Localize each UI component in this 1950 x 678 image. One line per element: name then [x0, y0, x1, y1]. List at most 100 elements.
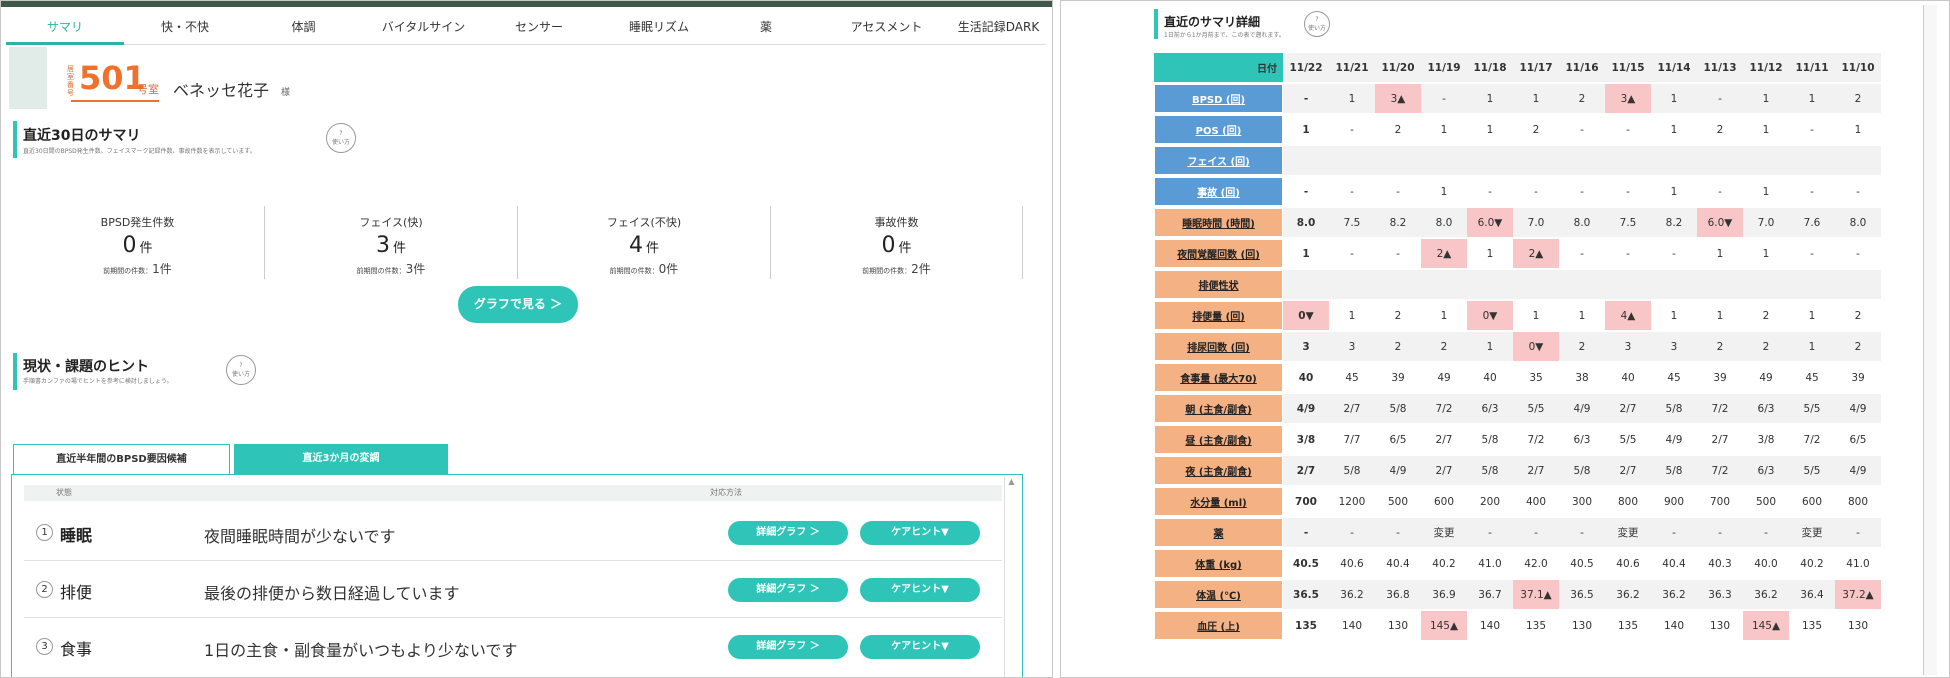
table-cell: 36.5 — [1283, 580, 1329, 609]
table-cell: 36.2 — [1329, 580, 1375, 609]
graph-button[interactable]: グラフで見る ＞ — [458, 286, 578, 323]
row-label[interactable]: フェイス (回) — [1154, 146, 1283, 175]
tab-summary[interactable]: サマリ — [6, 13, 124, 45]
help-icon[interactable]: ? 使い方 — [1304, 11, 1330, 37]
table-cell — [1605, 146, 1651, 175]
row-label[interactable]: POS (回) — [1154, 115, 1283, 144]
table-cell: 600 — [1433, 495, 1455, 508]
table-cell: 36.9 — [1421, 580, 1467, 609]
row-label[interactable]: 睡眠時間 (時間) — [1154, 208, 1283, 237]
row-label[interactable]: 薬 — [1154, 518, 1283, 547]
date-cell: 11/15 — [1605, 53, 1651, 82]
table-row: 水分量 (ml) 700 1200 500 600 200 400 300 800 900 700 5… — [1154, 487, 1881, 516]
table-cell: 6/3 — [1467, 394, 1513, 423]
table-cell — [1559, 146, 1605, 175]
row-label[interactable]: 夜 (主食/副食) — [1154, 456, 1283, 485]
scroll-up-icon[interactable]: ▲ — [1005, 477, 1018, 486]
detail-graph-button[interactable]: 詳細グラフ ＞ — [728, 521, 848, 545]
table-cell — [1835, 146, 1881, 175]
list-item: 1 睡眠 夜間睡眠時間が少ないです 詳細グラフ ＞ ケアヒント▼ — [24, 505, 1002, 561]
table-cell: 36.2 — [1651, 580, 1697, 609]
row-label[interactable]: 食事量 (最大70) — [1154, 363, 1283, 392]
table-cell: 2▲ — [1421, 239, 1467, 268]
help-icon[interactable]: ? 使い方 — [226, 355, 256, 385]
row-label[interactable]: 昼 (主食/副食) — [1154, 425, 1283, 454]
date-header-row: 日付 11/22 11/21 11/20 11/19 11/18 11/17 11/16 11/… — [1154, 53, 1881, 82]
tab-medicine[interactable]: 薬 — [716, 13, 816, 45]
table-cell: 1 — [1670, 123, 1678, 136]
table-cell: 40 — [1621, 371, 1635, 384]
table-row: 朝 (主食/副食) 4/9 2/7 5/8 7/2 6/3 5/5 4/9 2/7 5/8 7/2 6… — [1154, 394, 1881, 423]
tab-condition[interactable]: 体調 — [246, 13, 361, 45]
detail-graph-button[interactable]: 詳細グラフ ＞ — [728, 635, 848, 659]
row-label[interactable]: 水分量 (ml) — [1154, 487, 1283, 516]
change-link[interactable]: 変更 — [1605, 518, 1651, 547]
date-cell: 11/16 — [1559, 53, 1605, 82]
table-cell — [1329, 270, 1375, 299]
section-bar — [13, 121, 17, 158]
table-cell: 40.4 — [1662, 557, 1686, 570]
row-label[interactable]: 排便量 (回) — [1154, 301, 1283, 330]
table-cell: - — [1513, 518, 1559, 547]
table-cell: 2 — [1394, 309, 1402, 322]
care-hint-button[interactable]: ケアヒント▼ — [860, 635, 980, 659]
tab-vital[interactable]: バイタルサイン — [361, 13, 486, 45]
table-cell: 500 — [1755, 495, 1777, 508]
row-label[interactable]: 血圧 (上) — [1154, 611, 1283, 640]
table-cell — [1421, 270, 1467, 299]
list-scrollbar[interactable]: ▲ — [1004, 477, 1018, 677]
table-cell: 2 — [1697, 332, 1743, 361]
table-cell: - — [1396, 247, 1400, 260]
date-cell: 11/14 — [1651, 53, 1697, 82]
table-cell: - — [1651, 518, 1697, 547]
table-cell: 5/8 — [1375, 394, 1421, 423]
top-accent-line — [1, 1, 1052, 7]
table-cell: 1 — [1440, 123, 1448, 136]
row-label[interactable]: 排尿回数 (回) — [1154, 332, 1283, 361]
detail-panel: 直近のサマリ詳細 1日前から1か月前まで、この表で遡れます。 ? 使い方 日付 11… — [1060, 0, 1950, 678]
tab-bpsd-factors[interactable]: 直近半年間のBPSD要因候補 — [13, 444, 230, 475]
care-hint-button[interactable]: ケアヒント▼ — [860, 578, 980, 602]
table-cell: - — [1303, 185, 1309, 198]
change-link[interactable]: 変更 — [1789, 518, 1835, 547]
hints-subtitle: 手順書カンファの場でヒントを参考に検討しましょう。 — [23, 378, 173, 385]
table-cell — [1835, 270, 1881, 299]
table-cell — [1559, 270, 1605, 299]
help-icon[interactable]: ? 使い方 — [326, 123, 356, 153]
detail-graph-button[interactable]: 詳細グラフ ＞ — [728, 578, 848, 602]
row-label[interactable]: 排便性状 — [1154, 270, 1283, 299]
row-label[interactable]: 体重 (kg) — [1154, 549, 1283, 578]
table-cell: 6/5 — [1389, 433, 1407, 446]
table-cell: 135 — [1295, 619, 1317, 632]
table-cell: 1 — [1532, 309, 1540, 322]
table-cell: 300 — [1571, 495, 1593, 508]
date-cell: 11/22 — [1283, 53, 1329, 82]
tab-comfort[interactable]: 快・不快 — [126, 13, 244, 45]
tab-sensor[interactable]: センサー — [484, 13, 594, 45]
tab-assessment[interactable]: アセスメント — [824, 13, 949, 45]
table-cell — [1513, 146, 1559, 175]
row-label[interactable]: BPSD (回) — [1154, 84, 1283, 113]
list-item: 2 排便 最後の排便から数日経過しています 詳細グラフ ＞ ケアヒント▼ — [24, 562, 1002, 618]
tab-life-record[interactable]: 生活記録DARK — [951, 13, 1046, 45]
table-cell: 40 — [1298, 371, 1314, 384]
stat-label: フェイス(不快) — [606, 216, 682, 229]
row-label[interactable]: 事故 (回) — [1154, 177, 1283, 206]
table-cell: 45 — [1805, 371, 1819, 384]
table-cell: 2 — [1762, 309, 1770, 322]
panel-scrollbar[interactable] — [1923, 5, 1937, 675]
row-label[interactable]: 夜間覚醒回数 (回) — [1154, 239, 1283, 268]
detail-table: 日付 11/22 11/21 11/20 11/19 11/18 11/17 11/16 11/… — [1154, 51, 1881, 642]
change-link[interactable]: 変更 — [1421, 518, 1467, 547]
table-cell — [1789, 146, 1835, 175]
row-label[interactable]: 体温 (℃) — [1154, 580, 1283, 609]
tab-recent-changes[interactable]: 直近3か月の変調 — [234, 444, 448, 475]
row-description: 1日の主食・副食量がいつもより少ないです — [204, 641, 518, 660]
row-label[interactable]: 朝 (主食/副食) — [1154, 394, 1283, 423]
tab-sleep[interactable]: 睡眠リズム — [599, 13, 719, 45]
table-row: 夜 (主食/副食) 2/7 5/8 4/9 2/7 5/8 2/7 5/8 2/7 5/8 7/2 6… — [1154, 456, 1881, 485]
room-number: 501 — [79, 59, 146, 97]
care-hint-button[interactable]: ケアヒント▼ — [860, 521, 980, 545]
table-cell — [1697, 270, 1743, 299]
table-cell: 40 — [1483, 371, 1497, 384]
